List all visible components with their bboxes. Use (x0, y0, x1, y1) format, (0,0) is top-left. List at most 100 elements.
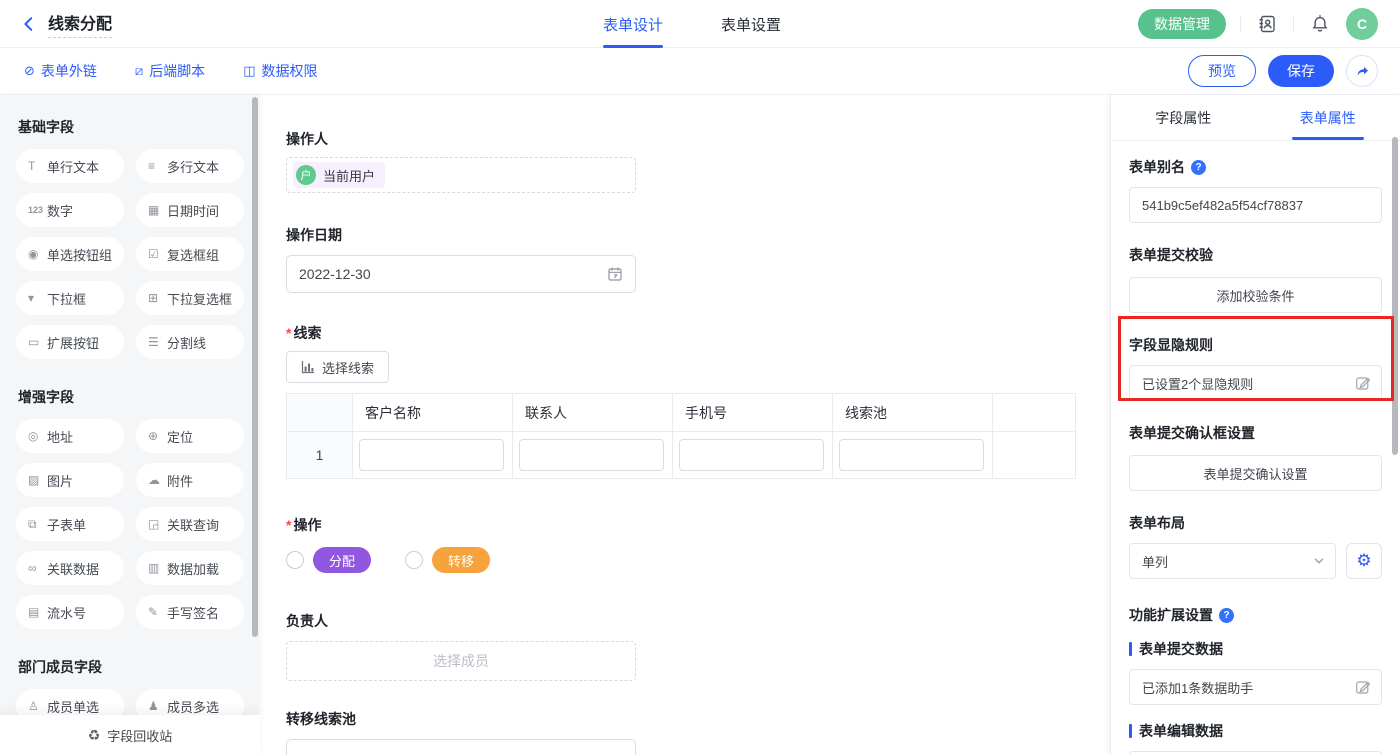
field-item-data-load[interactable]: ▥数据加载 (136, 551, 244, 585)
field-item-multi-line-text[interactable]: ≡多行文本 (136, 149, 244, 183)
share-button[interactable] (1346, 55, 1378, 87)
field-owner[interactable]: 负责人 选择成员 (286, 611, 1110, 681)
field-item-subform[interactable]: ⧉子表单 (16, 507, 124, 541)
transfer-pool-select[interactable] (286, 739, 636, 755)
locate-icon: ⊕ (148, 429, 167, 443)
field-item-relation-query[interactable]: ◲关联查询 (136, 507, 244, 541)
section-title-enhanced-fields: 增强字段 (18, 387, 244, 407)
field-operator[interactable]: 操作人 户 当前用户 (286, 129, 1110, 193)
checkbox-icon: ☑ (148, 247, 167, 261)
form-layout-select[interactable]: 单列 (1129, 543, 1336, 579)
field-item-serial-number[interactable]: ▤流水号 (16, 595, 124, 629)
data-manage-button[interactable]: 数据管理 (1138, 9, 1226, 39)
dropdown-icon: ▾ (28, 291, 47, 305)
option-assign[interactable]: 分配 (286, 547, 371, 573)
option-transfer[interactable]: 转移 (405, 547, 490, 573)
field-item-dropdown[interactable]: ▾下拉框 (16, 281, 124, 315)
contacts-icon[interactable] (1255, 12, 1279, 36)
chevron-down-icon (1313, 555, 1325, 567)
image-icon: ▨ (28, 473, 47, 487)
divider (1240, 16, 1241, 32)
data-load-icon: ▥ (148, 561, 167, 575)
field-item-label: 成员多选 (167, 697, 219, 716)
member-single-icon: ♙ (28, 699, 47, 713)
column-header-extra (993, 394, 1075, 431)
field-item-location[interactable]: ⊕定位 (136, 419, 244, 453)
radio-transfer[interactable] (405, 551, 423, 569)
backend-script-link[interactable]: ⧄ 后端脚本 (135, 61, 205, 81)
select-clue-button[interactable]: 选择线索 (286, 351, 389, 383)
field-item-label: 流水号 (47, 603, 86, 622)
field-clue[interactable]: *线索 选择线索 客户名称 联系人 手机号 线索池 1 (286, 323, 1110, 479)
save-button[interactable]: 保存 (1268, 55, 1334, 87)
add-operation-button[interactable]: 添加操作 (1129, 751, 1382, 755)
customer-name-cell (353, 432, 513, 478)
operate-date-label: 操作日期 (286, 225, 1110, 245)
visibility-rules-value: 已设置2个显隐规则 (1142, 374, 1253, 393)
app-header: 线索分配 表单设计 表单设置 数据管理 C (0, 0, 1400, 48)
select-member-placeholder: 选择成员 (433, 651, 489, 671)
field-item-label: 成员单选 (47, 697, 99, 716)
field-item-single-line-text[interactable]: T单行文本 (16, 149, 124, 183)
field-item-image[interactable]: ▨图片 (16, 463, 124, 497)
data-permission-link[interactable]: ◫ 数据权限 (243, 61, 317, 81)
action-label: *操作 (286, 515, 1110, 535)
customer-name-input[interactable] (359, 439, 504, 471)
operate-date-value: 2022-12-30 (299, 266, 371, 282)
sidebar-scrollbar[interactable] (252, 97, 258, 637)
radio-assign[interactable] (286, 551, 304, 569)
field-item-label: 数据加载 (167, 559, 219, 578)
clue-pool-input[interactable] (839, 439, 984, 471)
confirm-setting-button[interactable]: 表单提交确认设置 (1129, 455, 1382, 491)
help-icon[interactable]: ? (1219, 608, 1234, 623)
column-header-contact: 联系人 (513, 394, 673, 431)
attachment-cloud-icon: ☁ (148, 473, 167, 487)
header-actions: 数据管理 C (1138, 8, 1378, 40)
phone-input[interactable] (679, 439, 824, 471)
field-item-extend-button[interactable]: ▭扩展按钮 (16, 325, 124, 359)
field-recycle-bin[interactable]: ♻ 字段回收站 (0, 715, 260, 755)
field-item-label: 地址 (47, 427, 73, 446)
contact-input[interactable] (519, 439, 664, 471)
field-item-datetime[interactable]: ▦日期时间 (136, 193, 244, 227)
field-action[interactable]: *操作 分配 转移 (286, 515, 1110, 573)
operate-date-input[interactable]: 2022-12-30 (286, 255, 636, 293)
field-item-divider[interactable]: ☰分割线 (136, 325, 244, 359)
calendar-icon: ▦ (148, 203, 167, 217)
field-item-relation-data[interactable]: ∞关联数据 (16, 551, 124, 585)
field-operate-date[interactable]: 操作日期 2022-12-30 (286, 225, 1110, 293)
tab-field-properties[interactable]: 字段属性 (1111, 95, 1256, 140)
panel-scrollbar[interactable] (1392, 137, 1398, 455)
field-item-signature[interactable]: ✎手写签名 (136, 595, 244, 629)
layout-settings-button[interactable]: ⚙ (1346, 543, 1382, 579)
field-palette-sidebar: 基础字段 T单行文本 ≡多行文本 123数字 ▦日期时间 ◉单选按钮组 ☑复选框… (0, 95, 260, 755)
notification-bell-icon[interactable] (1308, 12, 1332, 36)
action-options: 分配 转移 (286, 547, 1110, 573)
tab-form-design[interactable]: 表单设计 (603, 0, 663, 48)
field-transfer-pool[interactable]: 转移线索池 (286, 709, 1110, 755)
form-alias-input[interactable]: 541b9c5ef482a5f54cf78837 (1129, 187, 1382, 223)
field-item-label: 子表单 (47, 515, 86, 534)
form-external-link[interactable]: ⊘ 表单外链 (24, 61, 97, 81)
edit-icon[interactable] (1355, 679, 1371, 695)
tab-form-settings[interactable]: 表单设置 (721, 0, 781, 48)
edit-icon[interactable] (1355, 375, 1371, 391)
submit-data-value: 已添加1条数据助手 (1142, 678, 1253, 697)
column-header-customer-name: 客户名称 (353, 394, 513, 431)
field-item-attachment[interactable]: ☁附件 (136, 463, 244, 497)
back-button[interactable] (18, 13, 40, 35)
add-validation-button[interactable]: 添加校验条件 (1129, 277, 1382, 313)
field-item-address[interactable]: ◎地址 (16, 419, 124, 453)
field-item-radio-group[interactable]: ◉单选按钮组 (16, 237, 124, 271)
tab-form-properties[interactable]: 表单属性 (1256, 95, 1400, 140)
help-icon[interactable]: ? (1191, 160, 1206, 175)
field-item-checkbox-group[interactable]: ☑复选框组 (136, 237, 244, 271)
field-item-number[interactable]: 123数字 (16, 193, 124, 227)
operator-value-box[interactable]: 户 当前用户 (286, 157, 636, 193)
visibility-rules-box[interactable]: 已设置2个显隐规则 (1129, 365, 1382, 401)
select-member-box[interactable]: 选择成员 (286, 641, 636, 681)
field-item-multi-dropdown[interactable]: ⊞下拉复选框 (136, 281, 244, 315)
preview-button[interactable]: 预览 (1188, 55, 1256, 87)
submit-data-box[interactable]: 已添加1条数据助手 (1129, 669, 1382, 705)
user-avatar[interactable]: C (1346, 8, 1378, 40)
